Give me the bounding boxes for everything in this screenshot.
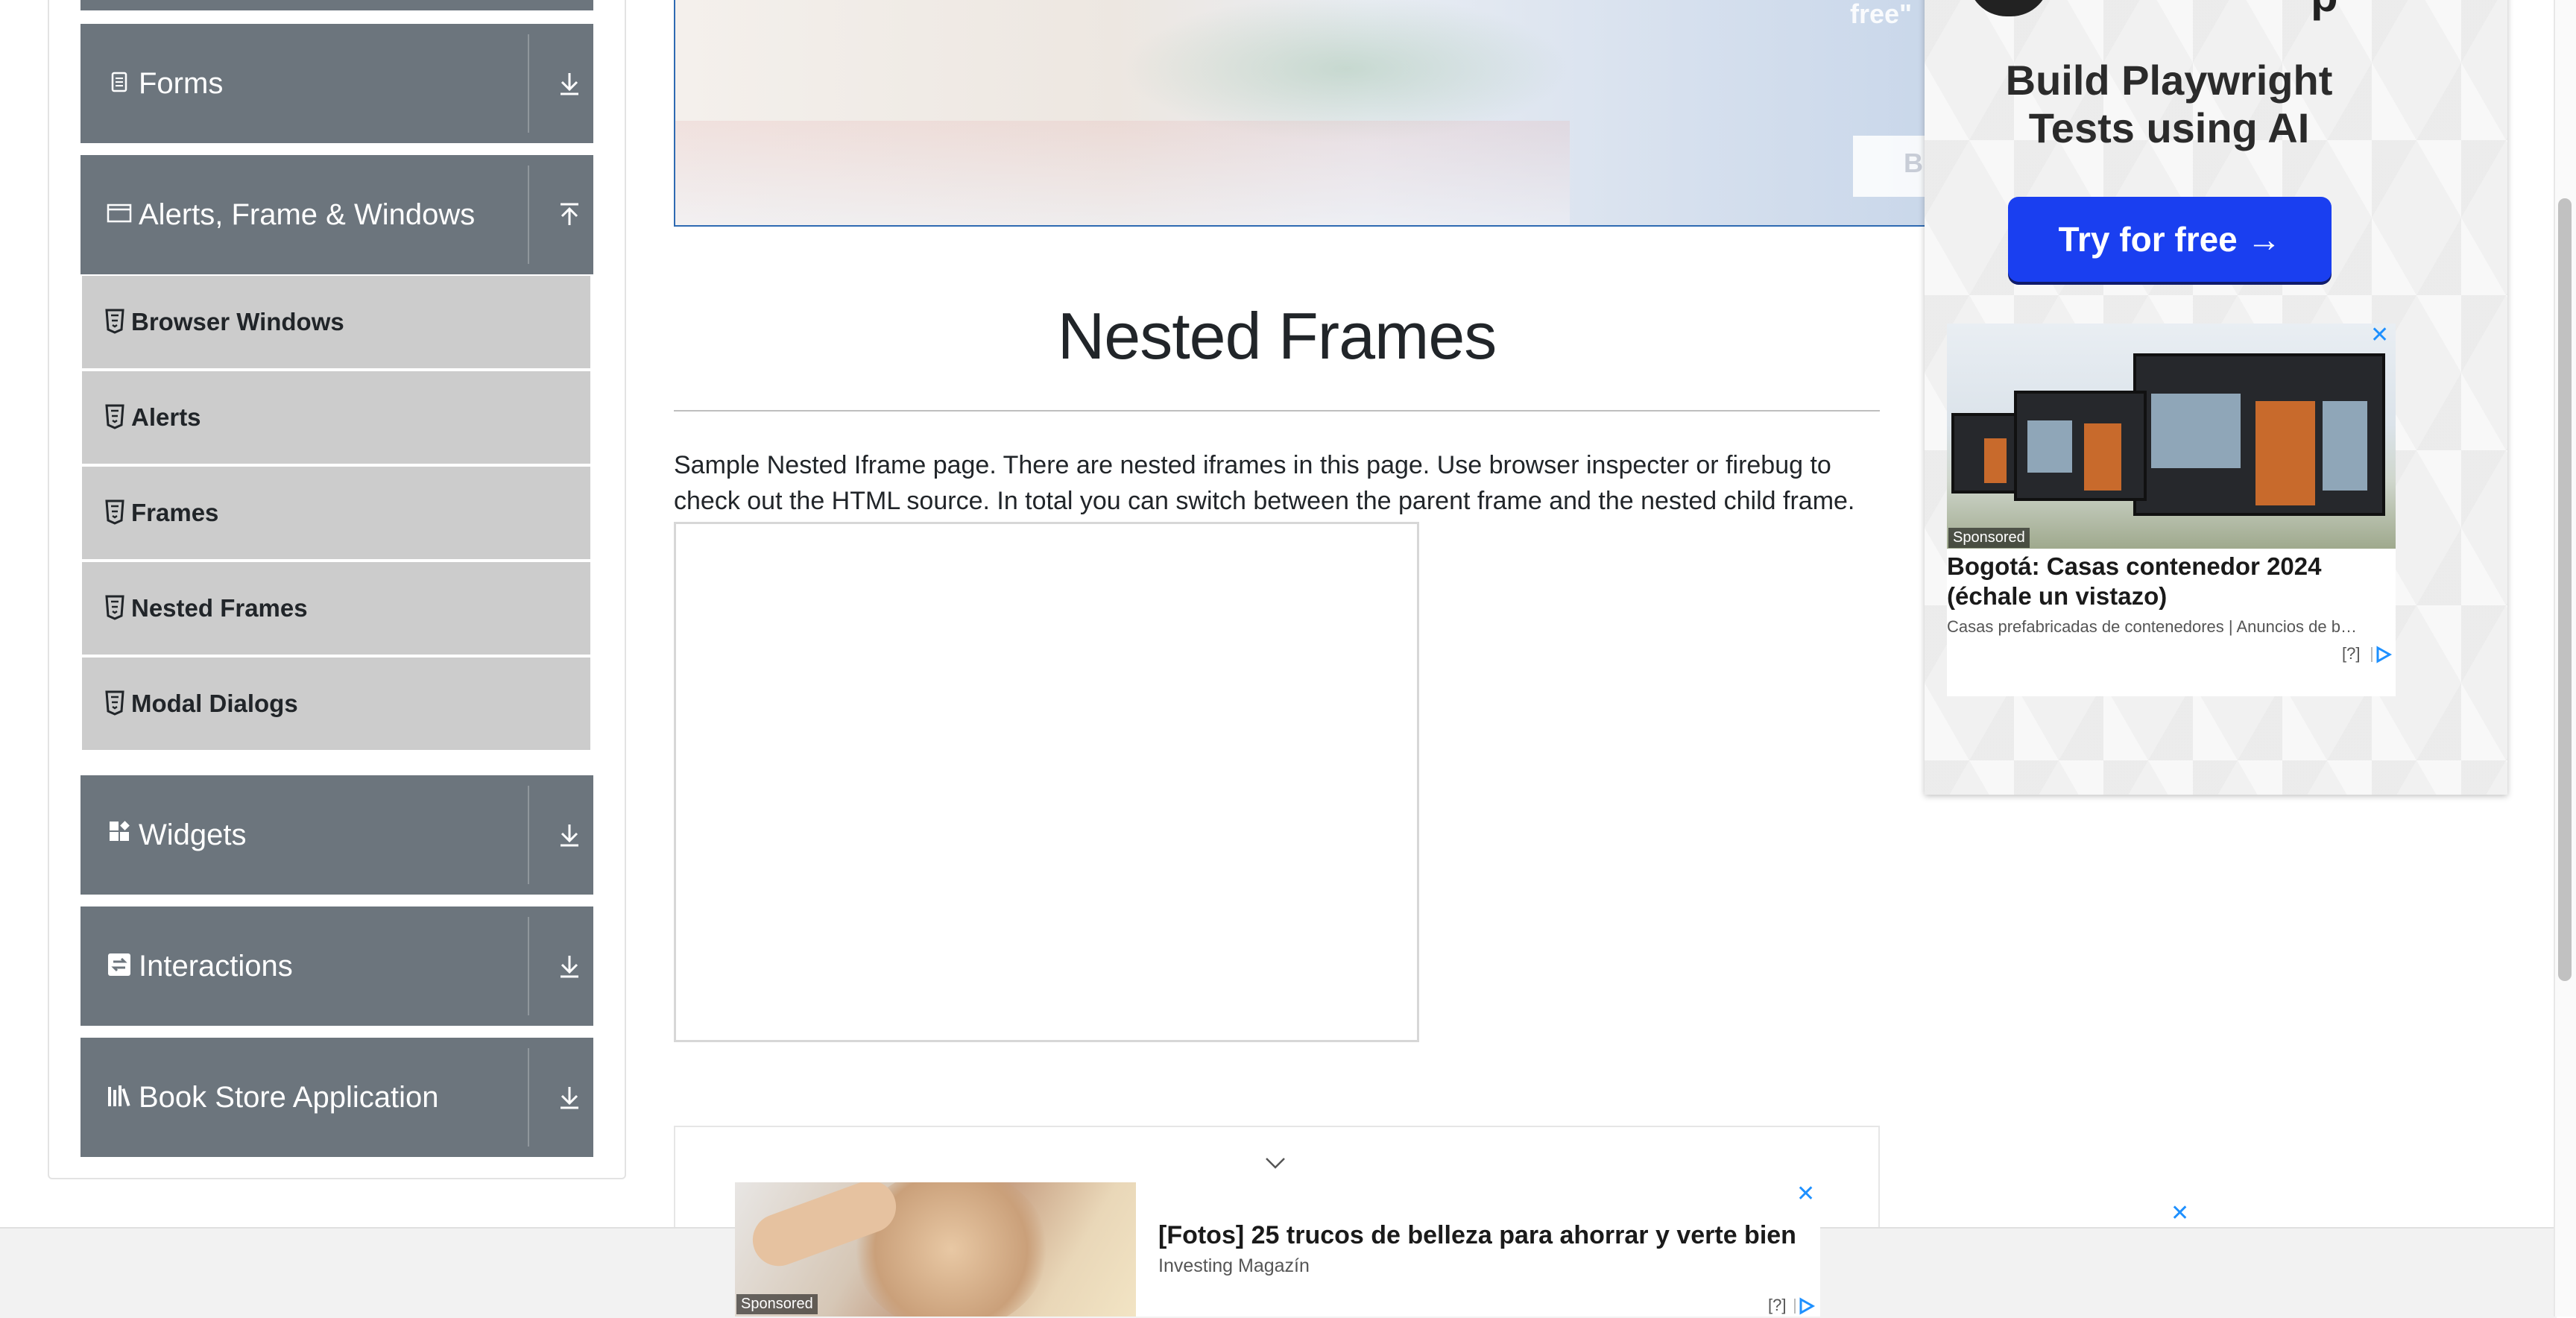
window-icon — [107, 204, 132, 223]
container-house-image — [2014, 391, 2147, 501]
title-divider — [674, 410, 1880, 412]
adchoices-icon[interactable] — [1793, 1297, 1816, 1315]
banner-background — [675, 121, 1570, 225]
sidebar-item-modal-dialogs[interactable]: Modal Dialogs — [82, 658, 590, 750]
divider — [528, 786, 529, 884]
sidebar-group-label: Book Store Application — [139, 1081, 439, 1114]
divider — [528, 917, 529, 1015]
ad-logo-letter: p — [2311, 0, 2338, 22]
download-arrow-icon[interactable] — [553, 1081, 586, 1114]
scrollbar-thumb[interactable] — [2558, 198, 2572, 981]
sidebar-group-header-partial[interactable] — [80, 0, 593, 10]
sidebar-group-label: Widgets — [139, 819, 247, 851]
html5-icon — [105, 404, 124, 429]
sidebar-item-label: Modal Dialogs — [131, 690, 298, 717]
divider — [528, 165, 529, 264]
ad-image[interactable] — [1947, 324, 2396, 549]
banner-button-label: B — [1904, 148, 1923, 178]
close-icon[interactable]: ✕ — [2171, 1200, 2189, 1226]
container-house-image — [1951, 413, 2017, 494]
ad-source: Casas prefabricadas de contenedores | An… — [1947, 617, 2357, 636]
widgets-icon — [110, 821, 130, 841]
sidebar-item-alerts[interactable]: Alerts — [82, 371, 590, 464]
sidebar-item-browser-windows[interactable]: Browser Windows — [82, 276, 590, 368]
bottom-ad-title[interactable]: [Fotos] 25 trucos de belleza para ahorra… — [1158, 1221, 1796, 1250]
bottom-ad-source: Investing Magazín — [1158, 1255, 1310, 1276]
sidebar-item-label: Browser Windows — [131, 308, 344, 335]
download-arrow-icon[interactable] — [553, 67, 586, 100]
sidebar-item-nested-frames[interactable]: Nested Frames — [82, 562, 590, 655]
adchoices-icon[interactable] — [2370, 646, 2393, 663]
sidebar-group-label: Alerts, Frame & Windows — [139, 198, 476, 231]
ad-title[interactable]: Bogotá: Casas contenedor 2024 (échale un… — [1947, 552, 2394, 611]
download-arrow-icon[interactable] — [553, 819, 586, 851]
ad-close-icon[interactable]: ✕ — [2370, 322, 2389, 348]
sidebar-group-alerts-frame-windows[interactable]: Alerts, Frame & Windows — [80, 155, 593, 274]
html5-icon — [105, 595, 124, 620]
sidebar-group-label: Interactions — [139, 950, 293, 983]
download-arrow-icon[interactable] — [553, 950, 586, 983]
top-banner-ad[interactable]: free" B — [674, 0, 1936, 227]
sponsored-badge: Sponsored — [736, 1294, 818, 1314]
interactions-icon — [108, 953, 130, 976]
sponsored-badge: Sponsored — [1948, 528, 2030, 548]
parent-iframe[interactable] — [674, 522, 1419, 1042]
upload-arrow-icon[interactable] — [553, 198, 586, 231]
form-icon — [111, 72, 127, 92]
banner-text: free" — [1850, 0, 1913, 29]
sidebar-group-forms[interactable]: Forms — [80, 24, 593, 143]
sidebar-group-book-store[interactable]: Book Store Application — [80, 1038, 593, 1157]
bottom-ad-close-icon[interactable]: ✕ — [1796, 1181, 1815, 1207]
divider — [528, 1048, 529, 1147]
sidebar-item-frames[interactable]: Frames — [82, 467, 590, 559]
book-icon — [108, 1085, 130, 1107]
sidebar-group-interactions[interactable]: Interactions — [80, 906, 593, 1026]
sidebar-item-label: Nested Frames — [131, 594, 308, 622]
chevron-down-icon[interactable] — [1264, 1155, 1287, 1170]
sidebar-group-widgets[interactable]: Widgets — [80, 775, 593, 895]
html5-icon — [105, 690, 124, 716]
sidebar-group-label: Forms — [139, 67, 224, 100]
container-house-image — [2133, 353, 2385, 516]
divider — [528, 34, 529, 133]
ad-cta-button[interactable]: Try for free → — [2008, 197, 2332, 282]
sidebar-item-label: Alerts — [131, 403, 201, 431]
sidebar-item-label: Frames — [131, 499, 219, 526]
ad-info-link[interactable]: [?] — [1768, 1296, 1786, 1315]
ad-headline: Build Playwright Tests using AI — [2005, 57, 2333, 151]
ad-info-link[interactable]: [?] — [2342, 644, 2360, 663]
html5-icon — [105, 499, 124, 525]
page-description: Sample Nested Iframe page. There are nes… — [674, 451, 1855, 515]
html5-icon — [105, 309, 124, 334]
page-title: Nested Frames — [1057, 299, 1497, 373]
